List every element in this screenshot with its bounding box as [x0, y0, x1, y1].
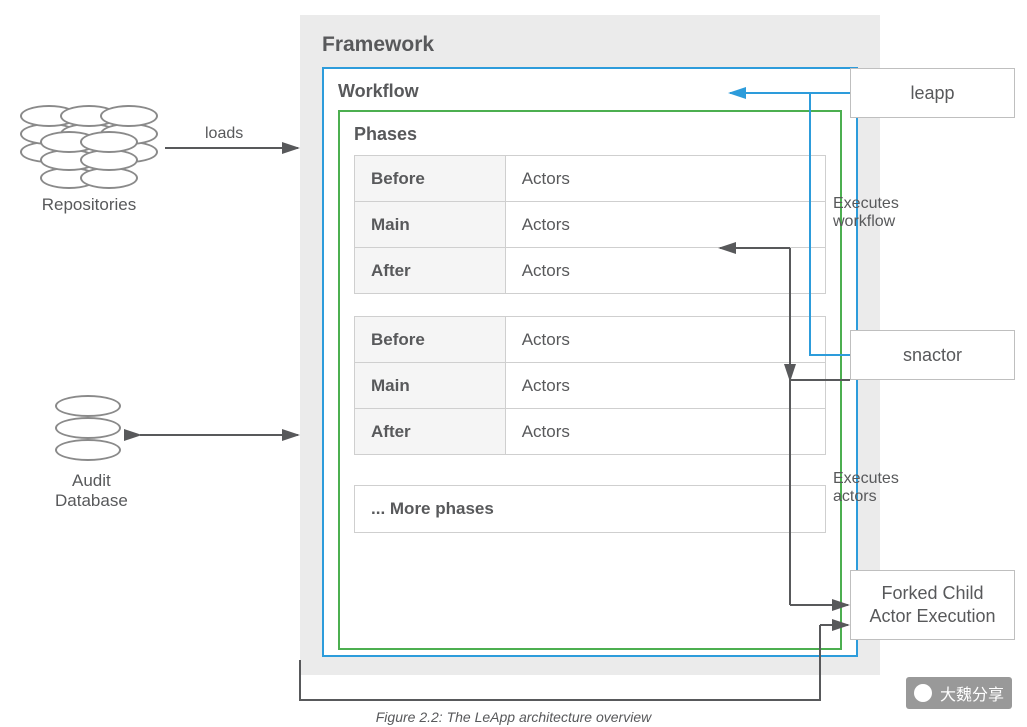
audit-database: Audit Database [55, 395, 128, 511]
loads-label: loads [205, 125, 243, 143]
database-icon [55, 395, 121, 467]
phase-row: BeforeActors [355, 156, 826, 202]
audit-label: Audit Database [55, 471, 128, 511]
repositories-cluster: Repositories [20, 105, 158, 215]
phase-group-1: BeforeActors MainActors AfterActors [354, 155, 826, 294]
more-phases: ... More phases [354, 485, 826, 533]
phase-row: AfterActors [355, 409, 826, 455]
forked-child-box: Forked Child Actor Execution [850, 570, 1015, 640]
workflow-box: Workflow Phases BeforeActors MainActors … [322, 67, 858, 657]
watermark: 大魏分享 [906, 677, 1012, 709]
figure-caption: Figure 2.2: The LeApp architecture overv… [0, 709, 1027, 725]
database-icon [80, 131, 138, 191]
repositories-label: Repositories [20, 195, 158, 215]
framework-title: Framework [322, 33, 858, 57]
phase-row: MainActors [355, 202, 826, 248]
chat-icon [914, 684, 932, 702]
executes-workflow-label: Executes workflow [833, 195, 899, 231]
phase-row: AfterActors [355, 248, 826, 294]
workflow-title: Workflow [338, 81, 842, 102]
phase-row: BeforeActors [355, 317, 826, 363]
phase-row: MainActors [355, 363, 826, 409]
framework-box: Framework Workflow Phases BeforeActors M… [300, 15, 880, 675]
snactor-box: snactor [850, 330, 1015, 380]
phases-title: Phases [354, 124, 826, 145]
executes-actors-label: Executes actors [833, 470, 899, 506]
phase-group-2: BeforeActors MainActors AfterActors [354, 316, 826, 455]
leapp-box: leapp [850, 68, 1015, 118]
phases-box: Phases BeforeActors MainActors AfterActo… [338, 110, 842, 650]
